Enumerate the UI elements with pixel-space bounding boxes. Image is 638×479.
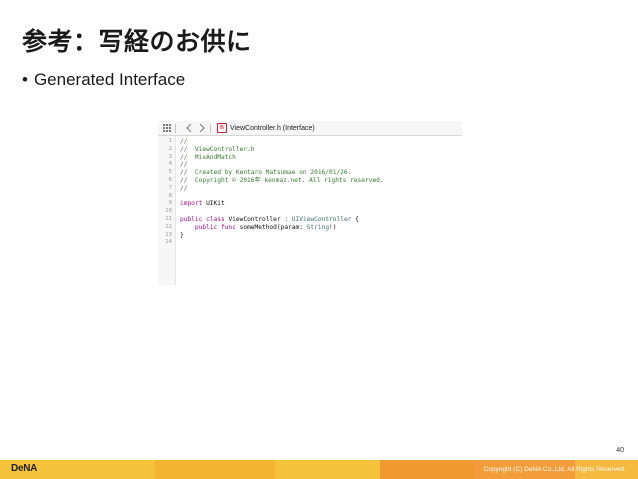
code-line: 10 (158, 208, 462, 216)
page-number: 40 (616, 447, 624, 454)
bullet-text: Generated Interface (33, 70, 186, 89)
code-text: // (180, 138, 188, 145)
bullet-item: • Generated Interface (22, 70, 185, 90)
code-text: // Copyright © 2016年 kenmaz.net. All rig… (180, 176, 384, 184)
line-number: 1 (168, 138, 172, 144)
bullet-dot: • (22, 70, 28, 89)
code-line: 5 // Created by Kentaro Matsumae on 2016/… (158, 169, 462, 177)
slide-title: 参考：写経のお供に (22, 27, 252, 56)
grid-icon[interactable] (162, 124, 171, 133)
code-text: import UIKit (180, 200, 225, 208)
code-line: 11 public class ViewController : UIViewCo… (158, 216, 462, 224)
line-number: 9 (168, 200, 172, 207)
code-text: } (180, 231, 184, 239)
code-text: // MixAndMatch (180, 153, 236, 161)
copyright-text: Copyright (C) DeNA Co.,Ltd. All Rights R… (483, 466, 626, 473)
code-line: 14 (158, 239, 462, 247)
code-line: 9 import UIKit (158, 200, 462, 208)
line-number: 6 (168, 176, 172, 183)
chevron-left-icon[interactable] (184, 124, 193, 133)
footer-segment (275, 460, 380, 479)
footer-segment (380, 460, 475, 479)
code-text: public class ViewController : UIViewCont… (180, 215, 359, 223)
code-line: 8 (158, 193, 462, 201)
code-line: 4 // (158, 161, 462, 169)
code-text: // Created by Kentaro Matsumae on 2016/0… (180, 169, 352, 177)
code-line: 7 // (158, 185, 462, 193)
code-line: 2 // ViewController.h (158, 146, 462, 154)
header-file-icon: h (217, 123, 227, 133)
code-line: 1 // (158, 138, 462, 146)
code-line: 12 public func someMethod(param: String!… (158, 224, 462, 232)
code-text: // ViewController.h (180, 145, 255, 153)
line-number: 8 (168, 192, 172, 199)
chevron-right-icon[interactable] (197, 124, 206, 133)
code-text: // (180, 184, 188, 192)
jumpbar-divider (210, 123, 211, 133)
code-text: // (180, 161, 188, 169)
code-line: 6 // Copyright © 2016年 kenmaz.net. All ri… (158, 177, 462, 185)
jump-bar: h ViewController.h (Interface) (158, 121, 462, 136)
line-number: 7 (168, 184, 172, 191)
logo-text: DeNA (11, 463, 38, 474)
line-number: 3 (168, 153, 172, 160)
footer-segment (155, 460, 275, 479)
line-number: 10 (165, 208, 172, 215)
line-number: 5 (168, 169, 172, 176)
code-text: public func someMethod(param: String!) (194, 223, 337, 231)
code-area[interactable]: 1 // 2 // ViewController.h 3 // MixAndMatch 4 /… (158, 138, 462, 247)
code-line: 3 // MixAndMatch (158, 154, 462, 162)
line-number: 4 (168, 161, 172, 168)
jumpbar-divider (175, 123, 176, 133)
line-number: 11 (165, 215, 172, 222)
code-editor-screenshot: h ViewController.h (Interface) 1 // 2 // Vi… (158, 121, 462, 285)
line-number: 13 (165, 231, 172, 238)
code-line: 13} (158, 232, 462, 240)
line-number: 2 (168, 145, 172, 152)
dena-logo: :DeNA (8, 463, 38, 474)
line-number: 12 (165, 223, 172, 230)
jumpbar-file-label[interactable]: ViewController.h (Interface) (230, 125, 315, 132)
line-number: 14 (165, 239, 172, 246)
